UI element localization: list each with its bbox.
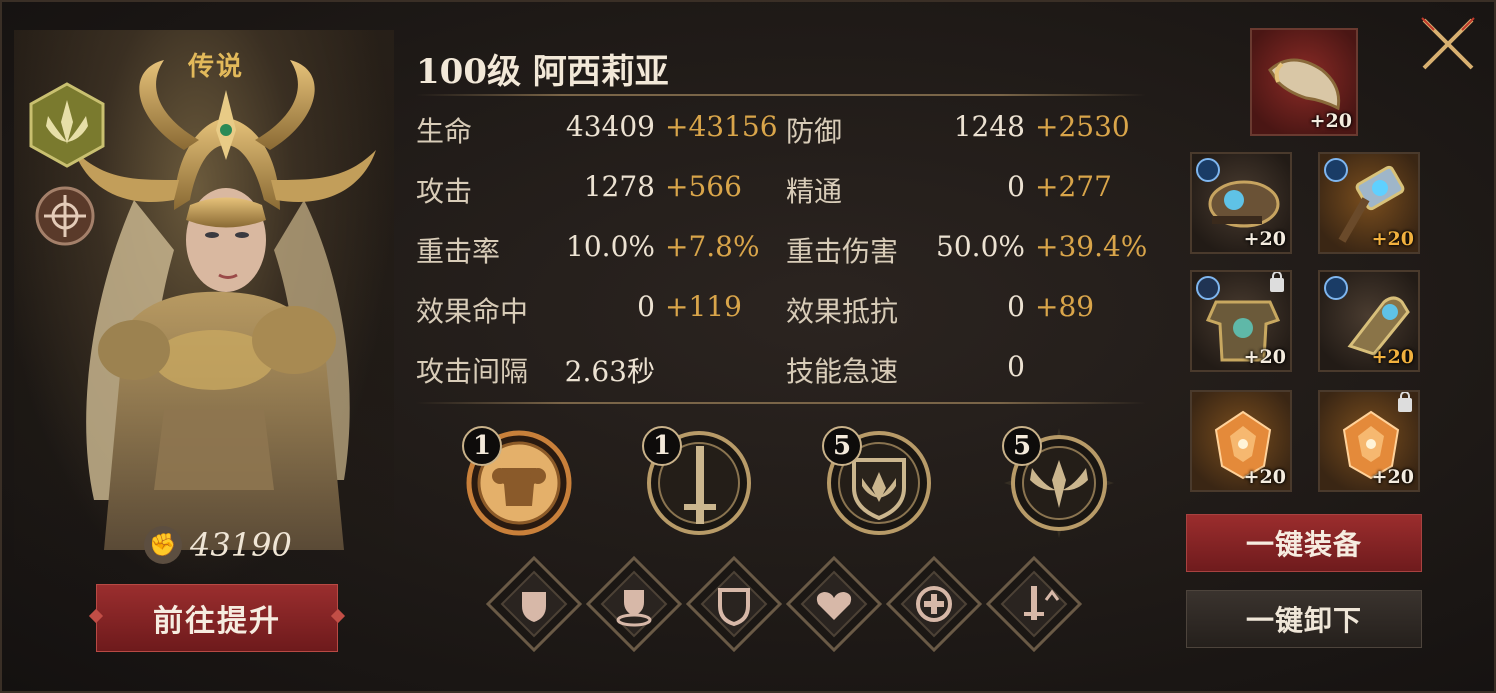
close-icon[interactable]	[1418, 14, 1478, 74]
skill-level-badge: 1	[642, 426, 682, 466]
divider	[416, 94, 1146, 96]
equip-level: +20	[1371, 346, 1414, 368]
hero-title: 100级 阿西莉亚	[416, 52, 669, 92]
skill-level-badge: 5	[1002, 426, 1042, 466]
weapon-up-buff-button[interactable]	[986, 556, 1082, 652]
stat-base-value: 50.0%	[936, 230, 1025, 263]
heart-buff-button[interactable]	[786, 556, 882, 652]
stat-bonus-value: +277	[1035, 170, 1112, 203]
equip-slot-gem-1[interactable]: +20	[1190, 390, 1292, 492]
equip-slot-gauntlet[interactable]: +20	[1318, 270, 1420, 372]
stat-label: 精通	[786, 175, 843, 208]
equip-level: +20	[1243, 346, 1286, 368]
equip-level: +20	[1309, 110, 1352, 132]
unequip-all-button[interactable]: 一键卸下	[1186, 590, 1422, 648]
skill-armor[interactable]: 1	[462, 426, 574, 538]
enchant-gem-icon	[1324, 276, 1348, 300]
shield-buff-button[interactable]	[486, 556, 582, 652]
equip-slot-horn[interactable]: +20	[1250, 28, 1358, 136]
stat-label: 防御	[786, 115, 843, 148]
enchant-gem-icon	[1324, 158, 1348, 182]
shield-aura-buff-button[interactable]	[586, 556, 682, 652]
stat-base-value: 0	[1007, 170, 1025, 203]
skill-crest[interactable]: 5	[822, 426, 934, 538]
combat-power: ✊ 43190	[144, 526, 292, 564]
equip-slot-shield-gauntlet[interactable]: +20	[1190, 152, 1292, 254]
stat-base-value: 0	[1007, 290, 1025, 323]
stat-bonus-value: +89	[1035, 290, 1095, 323]
enchant-gem-icon	[1196, 158, 1220, 182]
equip-level: +20	[1371, 228, 1414, 250]
heal-cycle-buff-button[interactable]	[886, 556, 982, 652]
combat-power-value: 43190	[190, 526, 292, 564]
stat-bonus-value: +2530	[1035, 110, 1130, 143]
equip-level: +20	[1243, 228, 1286, 250]
stat-label: 效果抵抗	[786, 295, 899, 328]
skill-level-badge: 5	[822, 426, 862, 466]
enchant-gem-icon	[1196, 276, 1220, 300]
equip-level: +20	[1371, 466, 1414, 488]
equip-all-button[interactable]: 一键装备	[1186, 514, 1422, 572]
skill-winged-helm[interactable]: 5	[1002, 426, 1114, 538]
skill-level-badge: 1	[462, 426, 502, 466]
stat-label: 技能急速	[786, 355, 899, 388]
fist-icon: ✊	[144, 526, 182, 564]
equip-slot-gem-2[interactable]: +20	[1318, 390, 1420, 492]
divider	[416, 402, 1146, 404]
equip-slot-armor[interactable]: +20	[1190, 270, 1292, 372]
skill-sword[interactable]: 1	[642, 426, 754, 538]
go-upgrade-button[interactable]: 前往提升	[96, 584, 338, 652]
equip-level: +20	[1243, 466, 1286, 488]
lock-icon	[1398, 392, 1412, 412]
lock-icon	[1270, 272, 1284, 292]
stat-base-value: 1248	[953, 110, 1025, 143]
heavy-shield-buff-button[interactable]	[686, 556, 782, 652]
stat-label: 重击伤害	[786, 235, 899, 268]
stat-base-value: 0	[1007, 350, 1025, 383]
rarity-label: 传说	[188, 52, 245, 82]
equip-slot-hammer[interactable]: +20	[1318, 152, 1420, 254]
stat-bonus-value: +39.4%	[1035, 230, 1148, 263]
